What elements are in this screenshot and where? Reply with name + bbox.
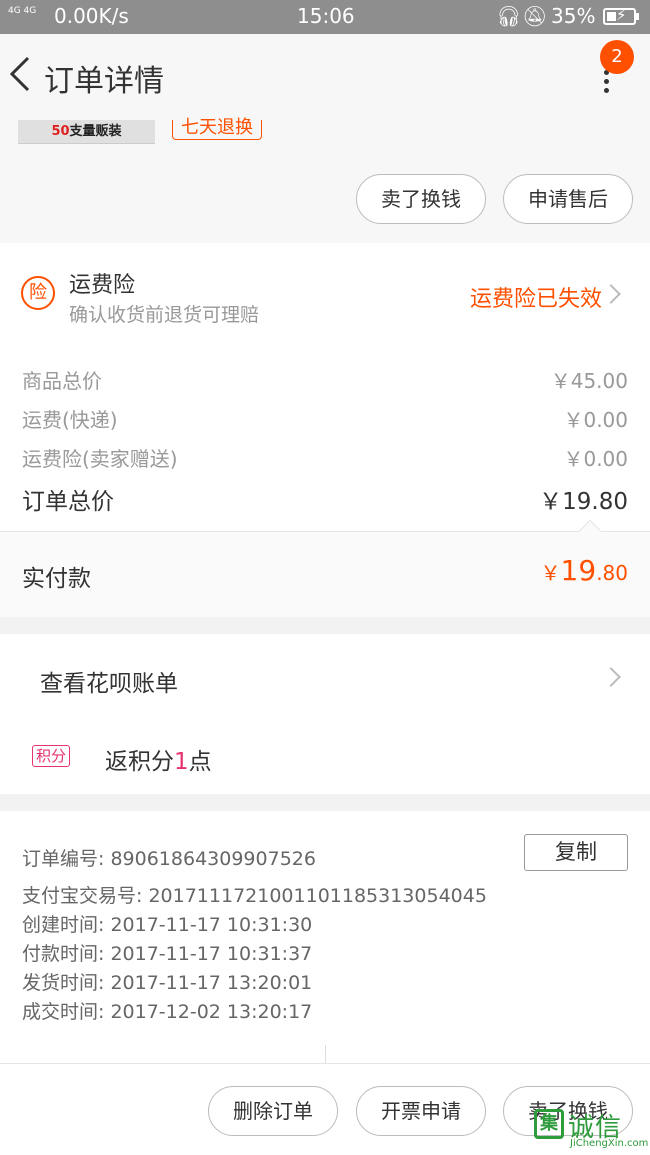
app-header: 订单详情 2 [0,34,650,120]
deal-time-row: 成交时间: 2017-12-02 13:20:17 [22,1001,313,1023]
chevron-right-icon[interactable] [601,284,621,304]
paid-time-row: 付款时间: 2017-11-17 10:31:37 [22,943,313,965]
watermark-logo: 集 诚信 JiChengXin.com [534,1107,648,1151]
notification-badge: 2 [600,40,634,74]
price-row-total: 订单总价 ￥19.80 [22,489,628,515]
mute-bell-icon: 🔕︎ [522,4,548,28]
headset-icon: 🎧︎ [496,4,522,28]
price-row-shipping: 运费(快递) ￥0.00 [22,408,628,432]
paid-label: 实付款 [22,566,91,592]
charging-bolt-icon: ⚡ [616,6,627,24]
price-row-goods: 商品总价 ￥45.00 [22,369,628,393]
paid-row: 实付款 ￥19.80 [0,532,650,617]
battery-tip [636,13,639,20]
more-menu-icon[interactable] [598,70,614,94]
page-title: 订单详情 [44,64,164,99]
service-tag: 七天退换 [172,119,262,140]
battery-icon: ⚡ [603,6,636,25]
delete-order-button[interactable]: 删除订单 [208,1086,338,1136]
price-row-insurance: 运费险(卖家赠送) ￥0.00 [22,447,628,471]
divider [325,1045,326,1063]
huabei-section: 查看花呗账单 积分 返积分1点 [0,634,650,794]
created-time-row: 创建时间: 2017-11-17 10:31:30 [22,914,313,936]
battery-percent: 35% [551,4,596,28]
copy-button[interactable]: 复制 [524,834,628,871]
after-sale-button[interactable]: 申请售后 [503,174,633,224]
status-bar: 4G 4G 0.00K/s 15:06 🎧︎ 🔕︎ 35% ⚡ [0,0,650,34]
chevron-right-icon[interactable] [601,667,621,687]
back-arrow-icon[interactable] [6,54,36,94]
order-info-section: 订单编号: 89061864309907526 复制 支付宝交易号: 20171… [0,811,650,1063]
shipped-time-row: 发货时间: 2017-11-17 13:20:01 [22,972,313,994]
order-number-row: 订单编号: 89061864309907526 [22,848,316,870]
price-section: 险 运费险 确认收货前退货可理赔 运费险已失效 商品总价 ￥45.00 运费(快递… [0,243,650,617]
product-section: 50支量贩装 七天退换 卖了换钱 申请售后 [0,119,650,243]
huabei-bill-link[interactable]: 查看花呗账单 [40,664,178,698]
net-speed: 0.00K/s [54,4,129,28]
battery-fill [607,12,616,21]
alipay-trade-row: 支付宝交易号: 2017111721001101185313054045 [22,885,487,907]
signal-indicator: 4G 4G [8,6,37,16]
points-tag: 积分 [32,745,71,767]
insurance-subtitle: 确认收货前退货可理赔 [69,304,260,326]
product-image[interactable]: 50支量贩装 [18,120,155,144]
insurance-status[interactable]: 运费险已失效 [470,281,602,313]
invoice-request-button[interactable]: 开票申请 [356,1086,486,1136]
points-text: 返积分1点 [105,749,212,775]
sell-button[interactable]: 卖了换钱 [356,174,486,224]
status-time: 15:06 [297,4,355,28]
paid-amount: ￥19.80 [540,554,628,587]
insurance-icon: 险 [21,276,55,310]
insurance-title: 运费险 [69,273,136,298]
